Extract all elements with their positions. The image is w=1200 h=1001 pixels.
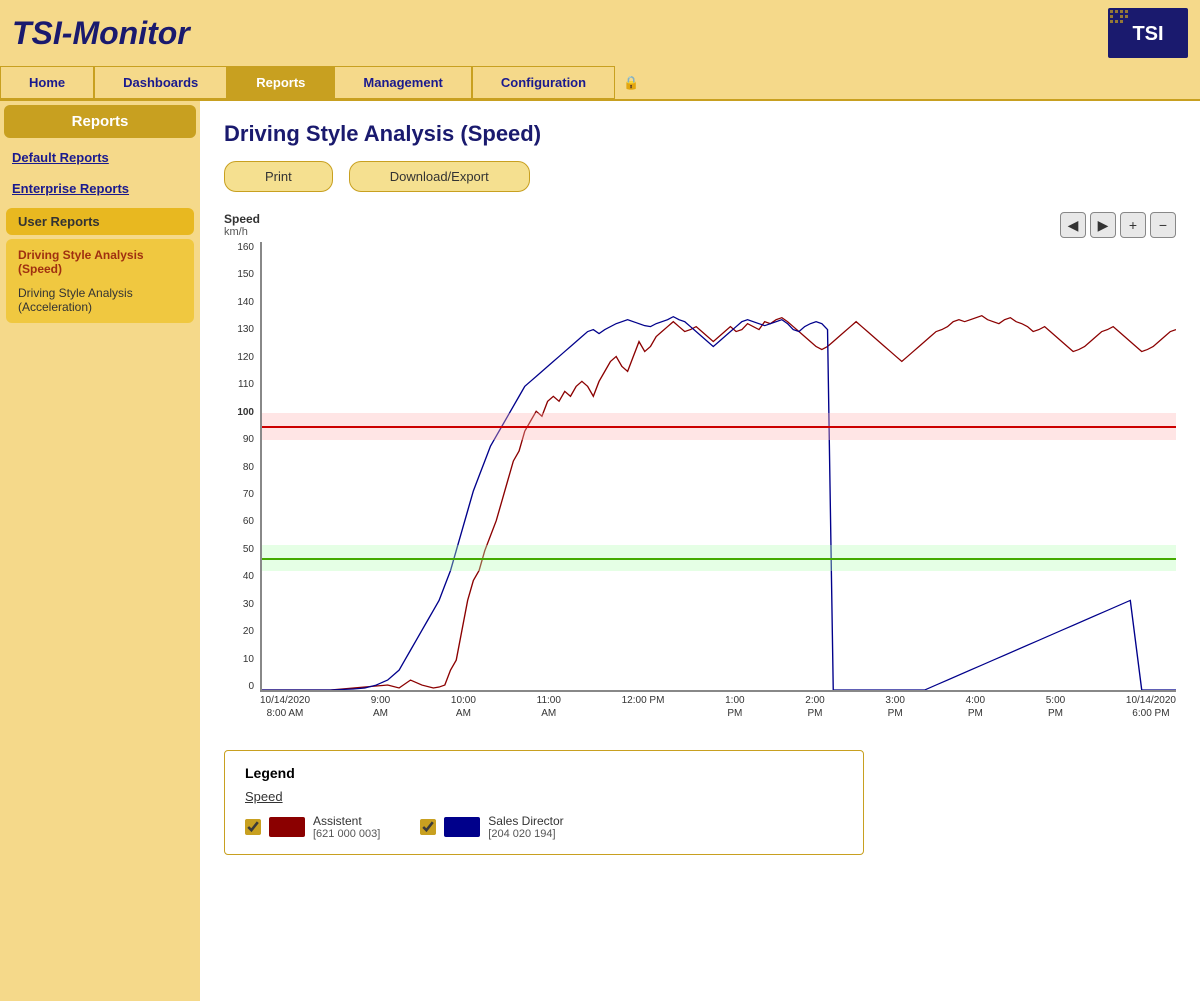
y-axis: 160 150 140 130 120 110 100 90 80 70 60 … — [224, 242, 260, 692]
main-content: Driving Style Analysis (Speed) Print Dow… — [200, 101, 1200, 1001]
x-label-0: 10/14/20208:00 AM — [260, 694, 310, 720]
legend-item-assistent: Assistent [621 000 003] — [245, 814, 380, 840]
legend-item-sales-director: Sales Director [204 020 194] — [420, 814, 563, 840]
y-tick-100: 100 — [237, 407, 254, 418]
x-label-6: 2:00PM — [805, 694, 824, 720]
legend-label-assistent: Assistent [621 000 003] — [313, 814, 380, 840]
chart-header: Speed km/h ◀ ▶ + − — [224, 212, 1176, 238]
sidebar: Reports Default Reports Enterprise Repor… — [0, 101, 200, 1001]
y-tick-0: 0 — [248, 681, 254, 692]
chart-zoom-out[interactable]: − — [1150, 212, 1176, 238]
main-nav: Home Dashboards Reports Management Confi… — [0, 66, 1200, 101]
header: TSI-Monitor TSI — [0, 0, 1200, 66]
x-label-9: 5:00PM — [1046, 694, 1065, 720]
chart-nav-next[interactable]: ▶ — [1090, 212, 1116, 238]
nav-configuration[interactable]: Configuration — [472, 66, 615, 99]
x-label-2: 10:00AM — [451, 694, 476, 720]
legend-color-assistent — [269, 817, 305, 837]
toolbar: Print Download/Export — [224, 161, 1176, 192]
sidebar-default-reports[interactable]: Default Reports — [0, 142, 200, 173]
sidebar-user-reports-list: Driving Style Analysis (Speed) Driving S… — [6, 239, 194, 323]
nav-home[interactable]: Home — [0, 66, 94, 99]
legend-color-sales-director — [444, 817, 480, 837]
legend-section-title: Speed — [245, 789, 843, 804]
chart-zoom-in[interactable]: + — [1120, 212, 1146, 238]
x-label-5: 1:00PM — [725, 694, 744, 720]
y-tick-160: 160 — [237, 242, 254, 253]
y-tick-30: 30 — [243, 599, 254, 610]
x-label-4: 12:00 PM — [622, 694, 665, 720]
legend-items: Assistent [621 000 003] Sales Director [… — [245, 814, 843, 840]
app-title: TSI-Monitor — [12, 15, 190, 52]
sidebar-user-reports-title: User Reports — [6, 208, 194, 235]
chart-container: Speed km/h ◀ ▶ + − 160 150 140 130 120 — [224, 212, 1176, 720]
ref-line-100 — [262, 426, 1176, 428]
x-label-8: 4:00PM — [966, 694, 985, 720]
x-axis: 10/14/20208:00 AM 9:00AM 10:00AM 11:00AM… — [224, 694, 1176, 720]
chart-y-unit: km/h — [224, 226, 260, 238]
page-title: Driving Style Analysis (Speed) — [224, 121, 1176, 147]
chart-wrap: 160 150 140 130 120 110 100 90 80 70 60 … — [224, 242, 1176, 692]
layout: Reports Default Reports Enterprise Repor… — [0, 101, 1200, 1001]
chart-nav-controls: ◀ ▶ + − — [1060, 212, 1176, 238]
y-tick-50: 50 — [243, 544, 254, 555]
x-label-3: 11:00AM — [537, 694, 561, 720]
y-tick-80: 80 — [243, 462, 254, 473]
legend-title: Legend — [245, 765, 843, 781]
lock-icon: 🔒 — [615, 66, 647, 99]
legend-checkbox-sales-director[interactable] — [420, 819, 436, 835]
x-label-10: 10/14/20206:00 PM — [1126, 694, 1176, 720]
nav-management[interactable]: Management — [334, 66, 471, 99]
y-tick-140: 140 — [237, 297, 254, 308]
download-export-button[interactable]: Download/Export — [349, 161, 530, 192]
y-tick-110: 110 — [238, 379, 254, 390]
sidebar-title: Reports — [4, 105, 196, 138]
tsi-logo: TSI — [1108, 8, 1188, 58]
nav-dashboards[interactable]: Dashboards — [94, 66, 227, 99]
y-tick-20: 20 — [243, 626, 254, 637]
chart-svg — [262, 242, 1176, 690]
y-tick-120: 120 — [237, 352, 254, 363]
nav-reports[interactable]: Reports — [227, 66, 334, 99]
y-tick-130: 130 — [237, 324, 254, 335]
y-tick-70: 70 — [243, 489, 254, 500]
legend-checkbox-assistent[interactable] — [245, 819, 261, 835]
print-button[interactable]: Print — [224, 161, 333, 192]
chart-nav-prev[interactable]: ◀ — [1060, 212, 1086, 238]
y-tick-60: 60 — [243, 516, 254, 527]
legend-label-sales-director: Sales Director [204 020 194] — [488, 814, 563, 840]
sidebar-enterprise-reports[interactable]: Enterprise Reports — [0, 173, 200, 204]
legend-box: Legend Speed Assistent [621 000 003] Sal… — [224, 750, 864, 855]
sidebar-item-driving-speed[interactable]: Driving Style Analysis (Speed) — [6, 243, 194, 281]
x-label-1: 9:00AM — [371, 694, 390, 720]
y-tick-40: 40 — [243, 571, 254, 582]
y-tick-90: 90 — [243, 434, 254, 445]
svg-text:TSI: TSI — [1132, 23, 1163, 45]
y-tick-10: 10 — [243, 654, 254, 665]
ref-line-50 — [262, 558, 1176, 560]
y-tick-150: 150 — [237, 269, 254, 280]
sidebar-item-driving-accel[interactable]: Driving Style Analysis (Acceleration) — [6, 281, 194, 319]
x-label-7: 3:00PM — [885, 694, 904, 720]
chart-plot — [260, 242, 1176, 692]
chart-y-label: Speed — [224, 212, 260, 226]
logo-area: TSI — [1108, 8, 1188, 58]
